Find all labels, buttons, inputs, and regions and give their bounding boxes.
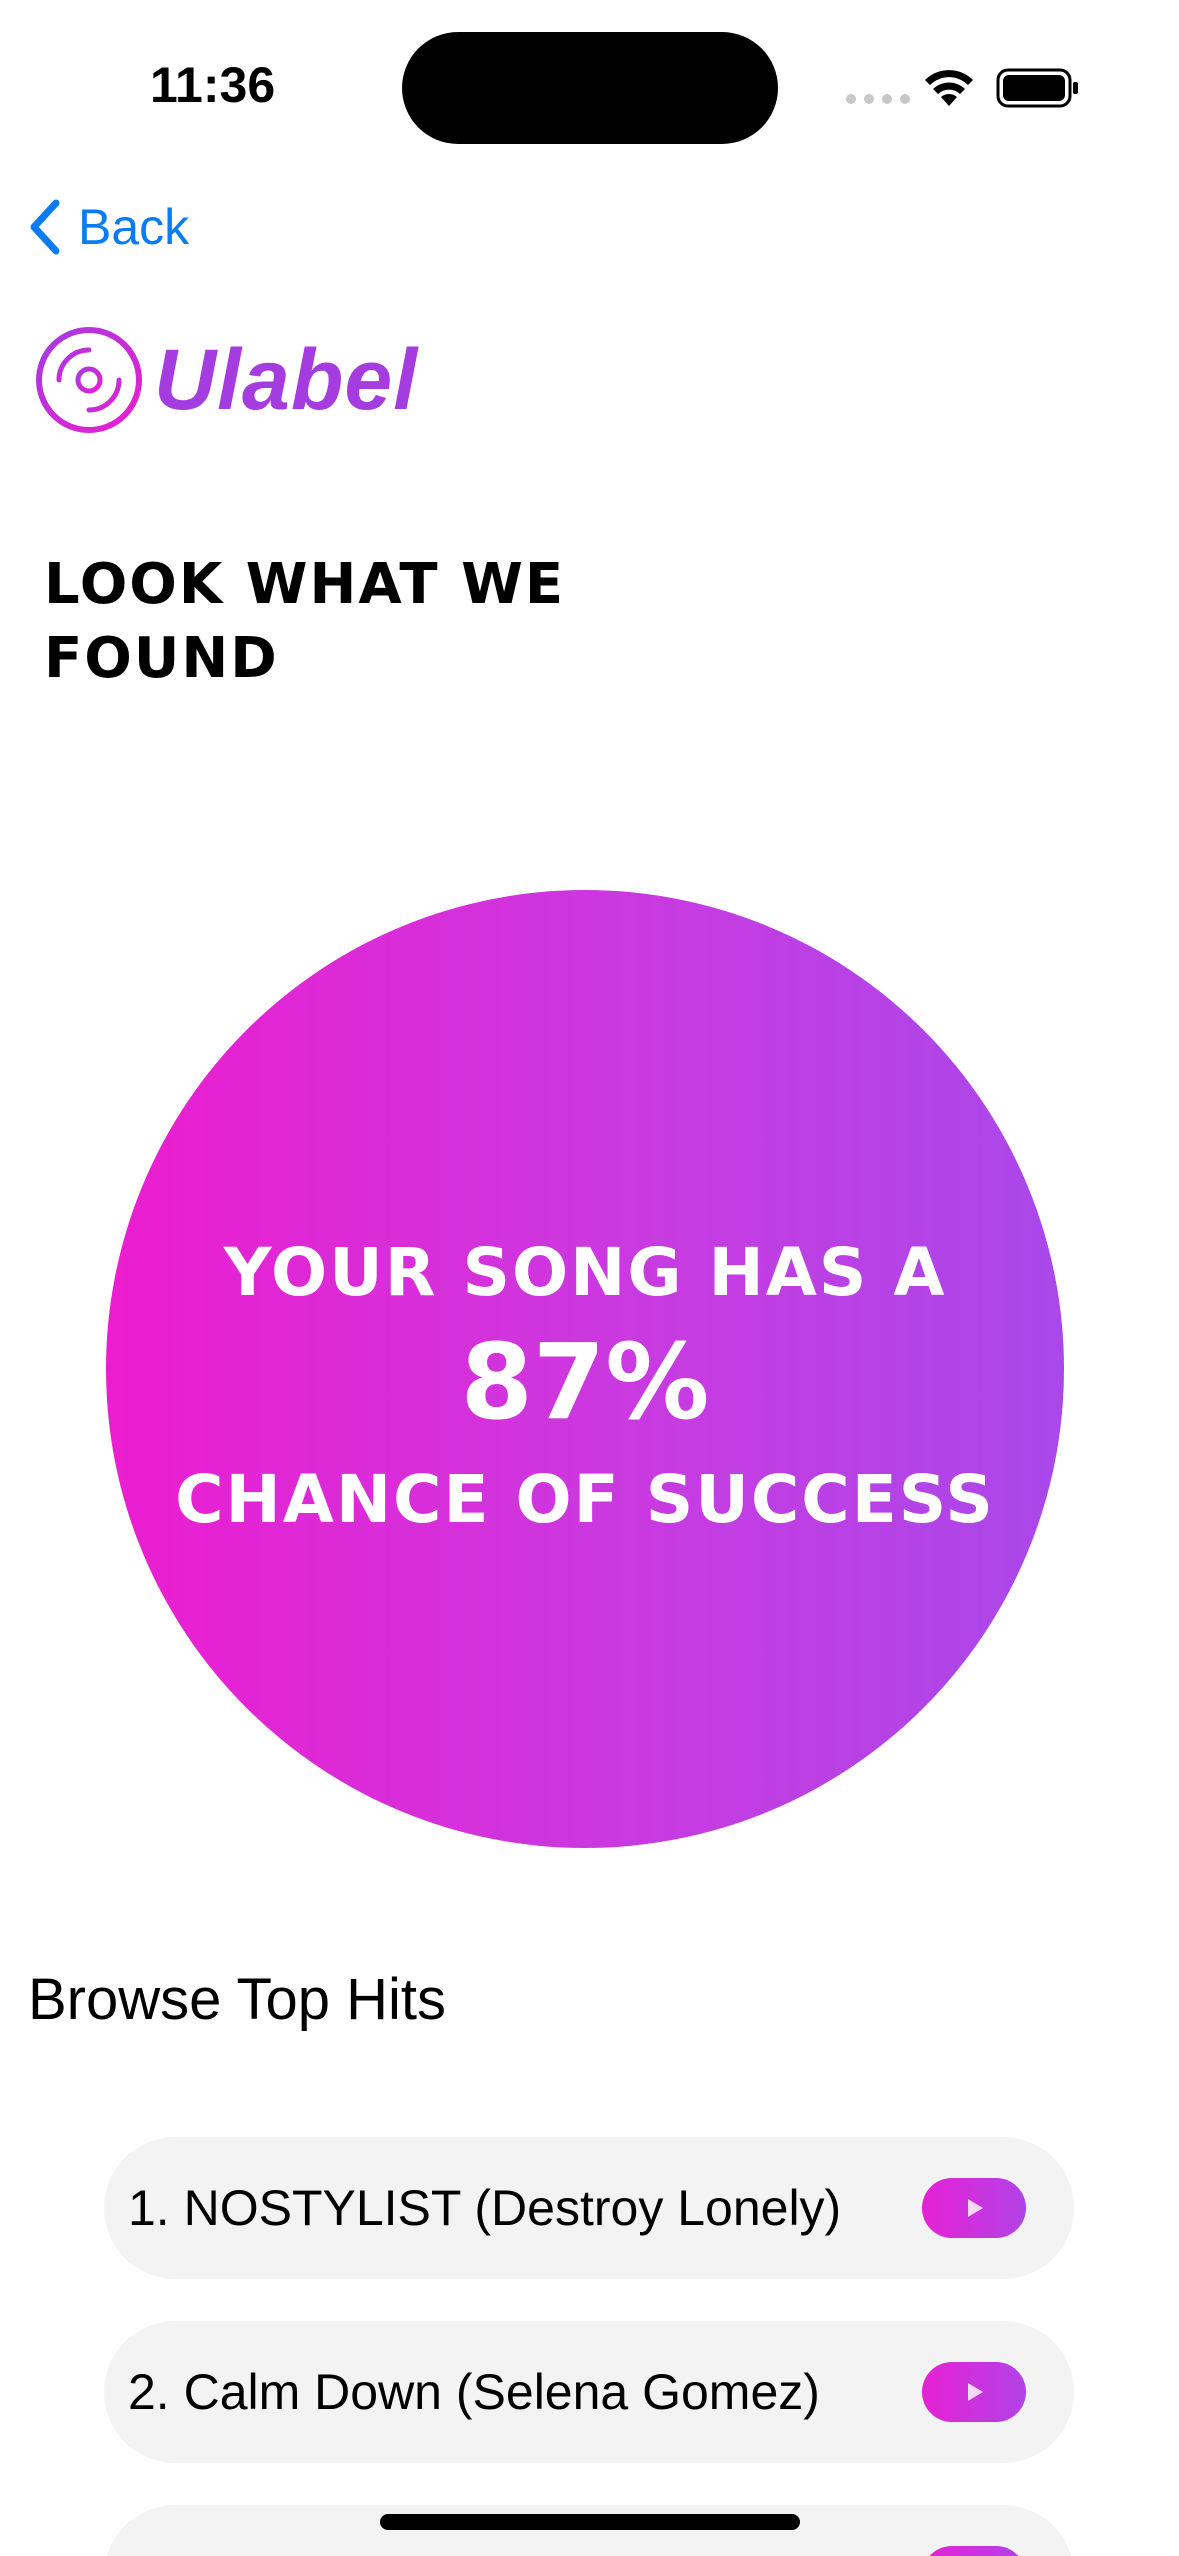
- play-button[interactable]: [922, 2178, 1026, 2238]
- success-percent: 87%: [460, 1321, 710, 1443]
- top-hit-label: 3. Be Nice 2 Me (Bladee): [128, 2547, 687, 2556]
- status-time: 11:36: [150, 57, 276, 113]
- play-button[interactable]: [922, 2546, 1026, 2556]
- wifi-icon: [925, 70, 973, 106]
- section-title: Browse Top Hits: [28, 1967, 446, 2032]
- top-hit-item[interactable]: 3. Be Nice 2 Me (Bladee): [104, 2505, 1074, 2556]
- brand-name: Ulabel: [154, 332, 419, 428]
- play-icon: [968, 2199, 983, 2217]
- battery-icon: [996, 68, 1078, 108]
- brand-logo: Ulabel: [32, 318, 418, 442]
- success-line-1: YOUR SONG HAS A: [223, 1234, 947, 1311]
- logo-disc-icon: [36, 327, 142, 433]
- back-button[interactable]: Back: [26, 192, 189, 262]
- top-hit-item[interactable]: 2. Calm Down (Selena Gomez): [104, 2321, 1074, 2463]
- home-indicator[interactable]: [380, 2514, 800, 2530]
- play-icon: [968, 2383, 983, 2401]
- screen: 11:36 Back Ulabel LOOK WHAT WE FOUND YOU…: [0, 0, 1179, 2556]
- top-hit-label: 1. NOSTYLIST (Destroy Lonely): [128, 2180, 842, 2236]
- cellular-signal-icon: [846, 94, 910, 104]
- top-hit-label: 2. Calm Down (Selena Gomez): [128, 2364, 820, 2420]
- play-button[interactable]: [922, 2362, 1026, 2422]
- back-label: Back: [78, 199, 190, 255]
- page-heading: LOOK WHAT WE FOUND: [44, 552, 566, 691]
- top-hit-item[interactable]: 1. NOSTYLIST (Destroy Lonely): [104, 2137, 1074, 2279]
- back-chevron-icon: [30, 199, 60, 255]
- success-chance-circle: YOUR SONG HAS A 87% CHANCE OF SUCCESS: [106, 890, 1064, 1848]
- success-line-2: CHANCE OF SUCCESS: [175, 1461, 995, 1538]
- dynamic-island: [402, 32, 778, 144]
